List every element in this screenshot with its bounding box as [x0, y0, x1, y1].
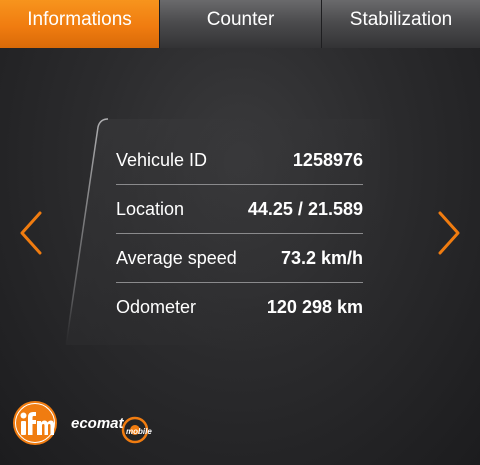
tab-counter[interactable]: Counter [160, 0, 321, 48]
tab-label: Stabilization [349, 9, 453, 30]
info-label: Location [116, 199, 185, 219]
tab-label: Counter [206, 9, 275, 30]
ecomat-mobile-logo: ecomat mobile [71, 415, 152, 444]
tab-informations[interactable]: Informations [0, 0, 159, 48]
chevron-right-icon [438, 211, 460, 255]
tab-stabilization[interactable]: Stabilization [322, 0, 480, 48]
tab-label: Informations [27, 9, 132, 30]
previous-page-button[interactable] [16, 210, 46, 256]
info-row-vehicle-id: Vehicule ID 1258976 [116, 136, 363, 185]
info-value: 120 298 km [266, 297, 363, 317]
info-row-average-speed: Average speed 73.2 km/h [116, 234, 363, 283]
chevron-left-icon [20, 211, 42, 255]
info-value: 73.2 km/h [280, 248, 363, 268]
vehicle-info-list: Vehicule ID 1258976 Location 44.25 / 21.… [116, 136, 363, 332]
info-row-location: Location 44.25 / 21.589 [116, 185, 363, 234]
svg-text:ecomat: ecomat [71, 415, 125, 432]
svg-text:mobile: mobile [126, 427, 152, 436]
info-label: Odometer [116, 297, 197, 317]
info-label: Average speed [116, 248, 237, 268]
info-label: Vehicule ID [116, 150, 208, 170]
ifm-logo [13, 401, 57, 445]
info-row-odometer: Odometer 120 298 km [116, 283, 363, 332]
next-page-button[interactable] [434, 210, 464, 256]
tab-bar: Informations Counter Stabilization [0, 0, 480, 48]
info-value: 1258976 [292, 150, 363, 170]
info-value: 44.25 / 21.589 [247, 199, 363, 219]
